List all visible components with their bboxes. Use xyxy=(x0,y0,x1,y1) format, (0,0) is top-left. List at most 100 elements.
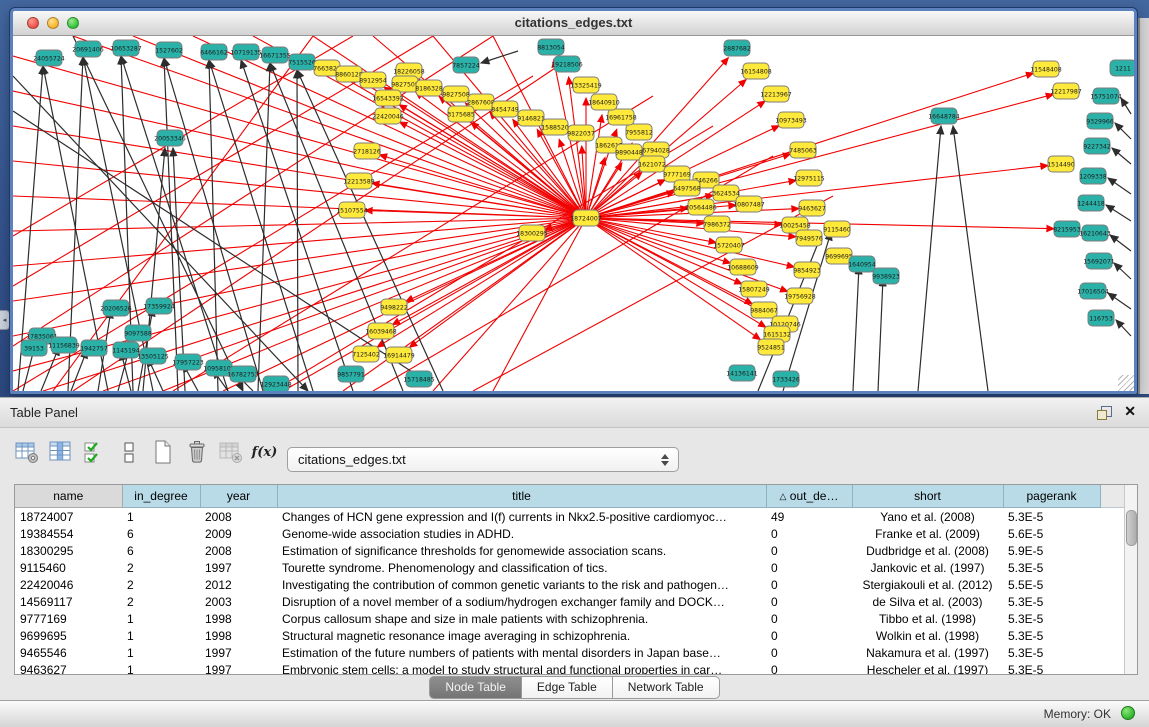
graph-node[interactable]: 8454749 xyxy=(491,101,519,117)
close-window-button[interactable] xyxy=(27,17,39,29)
graph-node[interactable]: 7485063 xyxy=(789,142,817,158)
graph-node[interactable]: 22420046 xyxy=(372,108,404,124)
table-row[interactable]: 1830029562008Estimation of significance … xyxy=(15,542,1125,559)
graph-node[interactable]: 3175685 xyxy=(447,106,475,122)
tab-edge-table[interactable]: Edge Table xyxy=(522,676,613,699)
graph-node[interactable]: 11156839 xyxy=(48,337,80,353)
graph-node[interactable]: 9463627 xyxy=(798,200,826,216)
row-height-icon[interactable] xyxy=(116,439,141,465)
graph-node[interactable]: 10973493 xyxy=(775,112,807,128)
graph-node[interactable]: 6497568 xyxy=(673,180,701,196)
graph-node[interactable]: 1211 xyxy=(1110,60,1134,76)
graph-node[interactable]: 16782753 xyxy=(227,366,259,382)
show-columns-icon[interactable] xyxy=(48,439,73,465)
graph-node[interactable]: 16039468 xyxy=(365,323,397,339)
graph-node[interactable]: 1527602 xyxy=(155,42,183,58)
table-selector-dropdown[interactable]: citations_edges.txt xyxy=(287,447,679,472)
citation-network-graph[interactable]: 2405572420691406106532871527602646616210… xyxy=(13,36,1134,391)
graph-node[interactable]: 39153 xyxy=(21,340,47,356)
graph-node[interactable]: 11548408 xyxy=(1030,61,1062,77)
graph-node[interactable]: 12975115 xyxy=(793,170,825,186)
graph-node[interactable]: 10653287 xyxy=(110,40,142,56)
graph-node[interactable]: 9524851 xyxy=(757,339,785,355)
graph-node[interactable]: 10719135 xyxy=(230,44,262,60)
graph-node[interactable]: 9329966 xyxy=(1086,113,1114,129)
graph-node[interactable]: 24055724 xyxy=(33,50,65,66)
graph-node[interactable]: 7125402 xyxy=(352,346,380,362)
graph-node[interactable]: 12213589 xyxy=(343,173,375,189)
window-titlebar[interactable]: citations_edges.txt xyxy=(13,11,1134,36)
graph-node[interactable]: 9890448 xyxy=(615,144,643,160)
table-row[interactable]: 946554611997Estimation of the future num… xyxy=(15,644,1125,661)
graph-node[interactable]: 16914479 xyxy=(383,347,415,363)
graph-node[interactable]: 3624534 xyxy=(712,185,740,201)
table-row[interactable]: 1456911722003Disruption of a novel membe… xyxy=(15,593,1125,610)
graph-node[interactable]: 16648784 xyxy=(928,108,960,124)
table-row[interactable]: 977716911998Corpus callosum shape and si… xyxy=(15,610,1125,627)
select-columns-icon[interactable] xyxy=(82,439,107,465)
graph-node[interactable]: 2887682 xyxy=(723,40,751,56)
graph-node[interactable]: 7857224 xyxy=(452,57,480,73)
graph-node[interactable]: 9822037 xyxy=(567,125,595,141)
graph-node[interactable]: 1588520 xyxy=(541,119,569,135)
column-header-short[interactable]: short xyxy=(852,485,1003,508)
graph-node[interactable]: 116753 xyxy=(1088,310,1114,326)
graph-node[interactable]: 1244418 xyxy=(1077,195,1105,211)
table-row[interactable]: 969969511998Structural magnetic resonanc… xyxy=(15,627,1125,644)
table-scrollbar[interactable] xyxy=(1124,485,1137,674)
graph-node[interactable]: 7949576 xyxy=(795,230,823,246)
tab-node-table[interactable]: Node Table xyxy=(429,676,522,699)
graph-node[interactable]: 2718126 xyxy=(353,143,381,159)
graph-node[interactable]: 15718485 xyxy=(403,371,435,387)
graph-node[interactable]: 8813054 xyxy=(537,39,565,55)
graph-node[interactable]: 1145194 xyxy=(112,342,140,358)
graph-node[interactable]: 20564486 xyxy=(685,199,717,215)
graph-node[interactable]: 17016504 xyxy=(1077,283,1109,299)
graph-node[interactable]: 7955812 xyxy=(625,124,653,140)
graph-node[interactable]: 16671355 xyxy=(259,47,291,63)
create-table-icon[interactable] xyxy=(150,439,175,465)
graph-node[interactable]: 18640910 xyxy=(588,94,620,110)
minimize-window-button[interactable] xyxy=(47,17,59,29)
table-row[interactable]: 946362711997Embryonic stem cells: a mode… xyxy=(15,661,1125,675)
column-header-name[interactable]: name xyxy=(15,485,122,508)
graph-node[interactable]: 13325419 xyxy=(570,77,602,93)
graph-node[interactable]: 1733426 xyxy=(772,371,800,387)
graph-node[interactable]: 20206526 xyxy=(100,300,132,316)
graph-node[interactable]: 7515526 xyxy=(288,54,316,70)
table-mode-icon[interactable] xyxy=(14,439,39,465)
graph-node[interactable]: 9854923 xyxy=(793,262,821,278)
graph-node[interactable]: 1209338 xyxy=(1079,168,1107,184)
graph-node[interactable]: 18724007 xyxy=(570,210,602,226)
graph-node[interactable]: 1942757 xyxy=(80,340,108,356)
graph-node[interactable]: 7986372 xyxy=(703,216,731,232)
float-panel-icon[interactable] xyxy=(1097,406,1111,419)
tab-network-table[interactable]: Network Table xyxy=(613,676,720,699)
graph-node[interactable]: 14136141 xyxy=(726,365,758,381)
column-header-pagerank[interactable]: pagerank xyxy=(1003,485,1100,508)
delete-entries-icon[interactable] xyxy=(184,439,209,465)
graph-node[interactable]: 18300295 xyxy=(516,225,548,241)
graph-node[interactable]: 15720407 xyxy=(713,237,745,253)
graph-node[interactable]: 16154808 xyxy=(740,63,772,79)
table-row[interactable]: 1938455462009Genome-wide association stu… xyxy=(15,525,1125,542)
graph-node[interactable]: 12217987 xyxy=(1050,83,1082,99)
graph-node[interactable]: 6466162 xyxy=(200,44,228,60)
graph-node[interactable]: 10807487 xyxy=(733,196,765,212)
memory-status-indicator[interactable] xyxy=(1121,706,1135,720)
zoom-window-button[interactable] xyxy=(67,17,79,29)
graph-node[interactable]: 9498222 xyxy=(380,299,408,315)
graph-node[interactable]: 15751074 xyxy=(1090,88,1122,104)
graph-node[interactable]: 15107554 xyxy=(336,202,368,218)
graph-node[interactable]: 19756928 xyxy=(784,288,816,304)
graph-node[interactable]: 20053346 xyxy=(154,130,186,146)
close-panel-icon[interactable] xyxy=(1124,403,1136,420)
graph-node[interactable]: 8912954 xyxy=(359,72,387,88)
graph-node[interactable]: 10688609 xyxy=(727,259,759,275)
network-canvas[interactable]: 2405572420691406106532871527602646616210… xyxy=(13,36,1134,391)
graph-node[interactable]: 17359924 xyxy=(143,298,175,314)
graph-node[interactable]: 1621072 xyxy=(638,156,666,172)
table-row[interactable]: 2242004622012Investigating the contribut… xyxy=(15,576,1125,593)
column-header-title[interactable]: title xyxy=(277,485,766,508)
column-header-year[interactable]: year xyxy=(200,485,277,508)
